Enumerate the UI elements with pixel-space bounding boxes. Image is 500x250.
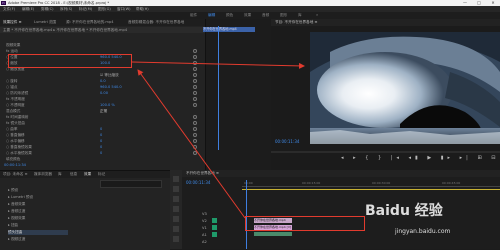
arrow-to-preview	[131, 61, 305, 69]
watermark-url: jingyan.baidu.com	[395, 228, 451, 235]
watermark: Baidu 经验	[365, 203, 443, 219]
arrow-to-properties	[137, 69, 246, 219]
